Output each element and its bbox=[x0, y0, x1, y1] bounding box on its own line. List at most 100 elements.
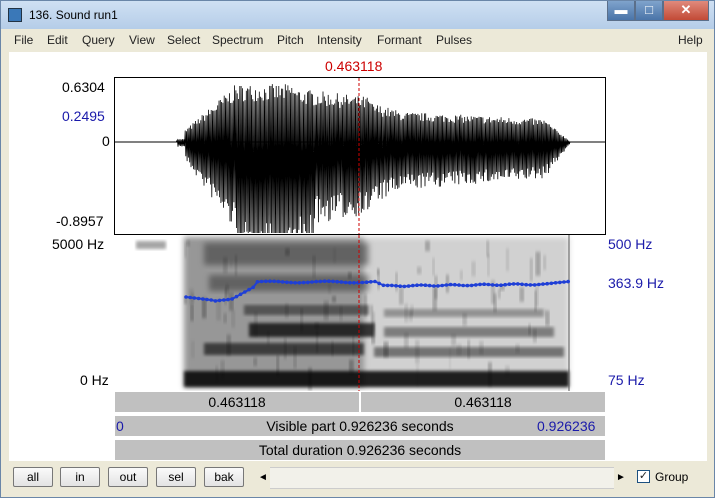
spectrogram-texture-mark bbox=[462, 313, 467, 326]
pitch-point bbox=[411, 283, 415, 288]
minimize-button[interactable]: ▬ bbox=[607, 1, 635, 21]
menu-intensity[interactable]: Intensity bbox=[317, 33, 362, 47]
pitch-point bbox=[432, 284, 436, 288]
pitch-point bbox=[419, 283, 424, 287]
spectrogram-texture-mark bbox=[215, 365, 218, 382]
pitch-point bbox=[201, 297, 205, 301]
right-segment-duration: 0.463118 bbox=[454, 394, 512, 410]
scroll-left-arrow-icon[interactable]: ◄ bbox=[256, 467, 270, 489]
title-bar[interactable]: 136. Sound run1 ▬ □ ✕ bbox=[1, 1, 714, 29]
visible-start-time: 0 bbox=[116, 418, 124, 434]
spectrogram-texture-mark bbox=[535, 284, 539, 307]
zoom-in-button[interactable]: in bbox=[60, 467, 100, 487]
menu-spectrum[interactable]: Spectrum bbox=[212, 33, 263, 47]
spectrogram-texture-mark bbox=[467, 339, 470, 359]
spectrogram-texture-mark bbox=[285, 248, 290, 256]
menu-select[interactable]: Select bbox=[167, 33, 200, 47]
spectrogram-texture-mark bbox=[348, 359, 354, 374]
pitch-point bbox=[402, 284, 407, 289]
pitch-point bbox=[222, 298, 226, 302]
visible-part-bar[interactable]: Visible part 0.926236 seconds bbox=[114, 415, 606, 437]
spectrogram-texture-mark bbox=[415, 340, 420, 364]
pitch-point bbox=[495, 283, 499, 287]
pitch-point bbox=[423, 283, 428, 287]
left-segment-bar[interactable]: 0.463118 bbox=[114, 391, 360, 413]
visible-part-text: Visible part 0.926236 seconds bbox=[266, 418, 454, 434]
pitch-point bbox=[453, 282, 457, 287]
spectrogram-texture-mark bbox=[347, 272, 352, 279]
spectrogram-texture-mark bbox=[228, 292, 234, 311]
waveform-trace bbox=[115, 84, 605, 234]
close-button[interactable]: ✕ bbox=[663, 1, 709, 21]
menu-help[interactable]: Help bbox=[678, 33, 703, 47]
menu-bar: File Edit Query View Select Spectrum Pit… bbox=[9, 32, 707, 50]
menu-edit[interactable]: Edit bbox=[47, 33, 68, 47]
spectrogram-texture-mark bbox=[479, 341, 484, 355]
spectrogram-texture-mark bbox=[333, 247, 337, 264]
pitch-point bbox=[230, 297, 234, 301]
pitch-point bbox=[251, 285, 255, 290]
spectrogram-texture-mark bbox=[220, 360, 225, 380]
menu-file[interactable]: File bbox=[14, 33, 33, 47]
group-checkbox[interactable]: ✓ bbox=[637, 470, 650, 483]
spectrogram-texture-mark bbox=[331, 341, 334, 356]
pitch-point bbox=[562, 280, 566, 284]
spectrogram-texture-mark bbox=[487, 362, 492, 387]
pitch-point bbox=[503, 282, 508, 287]
spectrogram-texture-mark bbox=[184, 241, 187, 258]
spectrogram-texture-mark bbox=[267, 331, 270, 345]
pitch-point bbox=[524, 282, 528, 287]
pitch-point bbox=[301, 280, 306, 285]
pitch-point bbox=[427, 283, 432, 288]
zoom-selection-button[interactable]: sel bbox=[156, 467, 196, 487]
spectrogram-formant-band bbox=[244, 305, 369, 315]
scroll-right-arrow-icon[interactable]: ► bbox=[614, 467, 628, 489]
pitch-point bbox=[549, 281, 554, 286]
spectrogram-panel[interactable] bbox=[114, 235, 606, 391]
spectrogram-texture-mark bbox=[327, 283, 332, 294]
waveform-panel[interactable] bbox=[114, 77, 606, 235]
pitch-point bbox=[360, 280, 365, 285]
menu-query[interactable]: Query bbox=[82, 33, 115, 47]
pitch-point bbox=[226, 297, 230, 302]
right-segment-bar[interactable]: 0.463118 bbox=[360, 391, 606, 413]
pitch-point bbox=[461, 283, 466, 288]
pitch-point bbox=[545, 281, 549, 286]
horizontal-scrollbar[interactable] bbox=[270, 467, 614, 489]
menu-view[interactable]: View bbox=[129, 33, 155, 47]
spectrogram-texture-mark bbox=[253, 357, 258, 366]
maximize-button[interactable]: □ bbox=[635, 1, 663, 21]
spectrogram-texture-mark bbox=[191, 340, 195, 358]
spectrogram-texture-mark bbox=[533, 328, 537, 343]
spectrogram-texture-mark bbox=[190, 304, 194, 322]
pitch-ceiling-label: 500 Hz bbox=[608, 236, 653, 252]
spectrogram-marks bbox=[136, 237, 569, 391]
pitch-point bbox=[293, 281, 297, 285]
spectrogram-formant-band bbox=[384, 327, 554, 337]
pitch-point bbox=[259, 279, 264, 284]
amplitude-zero-label: 0 bbox=[102, 133, 110, 149]
spectrogram-texture-mark bbox=[432, 257, 435, 276]
spectrogram-texture-mark bbox=[425, 240, 430, 252]
spectrogram-texture-mark bbox=[529, 258, 533, 282]
menu-pulses[interactable]: Pulses bbox=[436, 33, 472, 47]
pitch-point bbox=[314, 279, 318, 284]
pitch-point bbox=[196, 296, 201, 301]
menu-formant[interactable]: Formant bbox=[377, 33, 422, 47]
pitch-point bbox=[474, 283, 478, 287]
spectrogram-texture-mark bbox=[323, 300, 329, 321]
pitch-point bbox=[369, 280, 373, 284]
pitch-point bbox=[289, 280, 293, 285]
pitch-point bbox=[486, 282, 491, 287]
total-duration-bar[interactable]: Total duration 0.926236 seconds bbox=[114, 439, 606, 461]
spectrogram-texture-mark bbox=[314, 322, 320, 329]
zoom-all-button[interactable]: all bbox=[13, 467, 53, 487]
zoom-back-button[interactable]: bak bbox=[204, 467, 244, 487]
pitch-point bbox=[192, 296, 197, 300]
menu-pitch[interactable]: Pitch bbox=[277, 33, 304, 47]
spectrogram-texture-mark bbox=[383, 341, 389, 358]
zoom-out-button[interactable]: out bbox=[108, 467, 148, 487]
pitch-point bbox=[528, 283, 533, 287]
spectrogram-texture-mark bbox=[545, 310, 550, 326]
spectrogram-max-frequency-label: 5000 Hz bbox=[52, 236, 105, 252]
